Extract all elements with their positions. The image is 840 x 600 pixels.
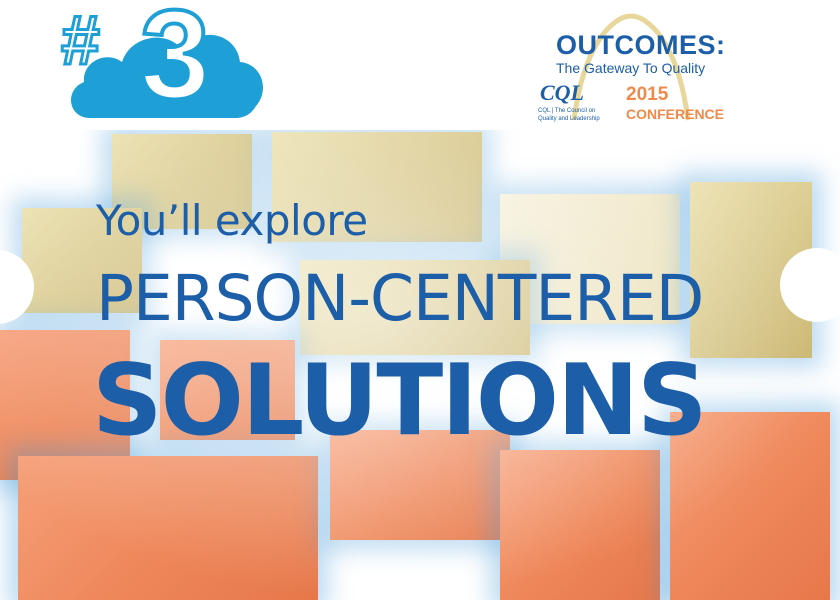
header-banner: # 3 OUTCOMES: The Gateway To Quality CQL…: [0, 0, 840, 130]
logo-title: OUTCOMES:: [556, 30, 726, 60]
headline-line-2: PERSON-CENTERED: [96, 262, 704, 335]
conference-logo: OUTCOMES: The Gateway To Quality CQL CQL…: [530, 8, 750, 124]
cql-mark: CQL: [540, 80, 584, 105]
cql-org-line-1: CQL | The Council on: [538, 108, 596, 114]
headline-line-3: SOLUTIONS: [92, 344, 708, 458]
logo-tagline: The Gateway To Quality: [556, 60, 706, 76]
cql-org-line-2: Quality and Leadership: [538, 116, 600, 122]
cloud-number-badge: # 3: [59, 0, 270, 124]
badge-number: 3: [138, 0, 212, 125]
conference-label: CONFERENCE: [626, 106, 725, 122]
headline-line-1: You’ll explore: [96, 196, 368, 245]
badge-hash: #: [59, 0, 101, 81]
conference-year: 2015: [626, 84, 669, 105]
